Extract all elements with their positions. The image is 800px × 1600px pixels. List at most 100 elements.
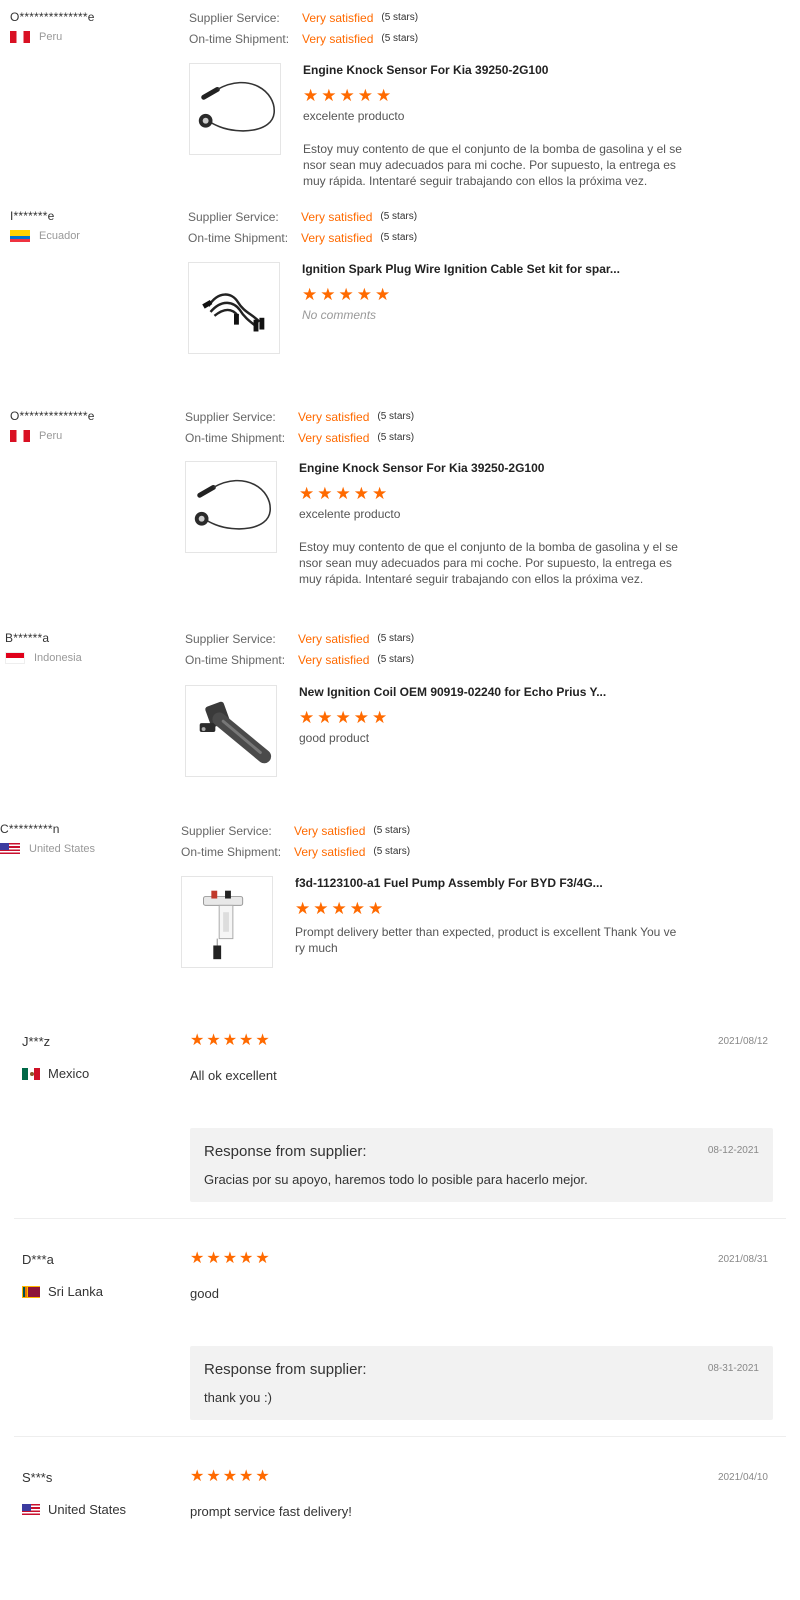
reviewer-country: United States — [0, 843, 95, 855]
star-icon: ★ — [353, 708, 369, 727]
star-icon: ★ — [303, 86, 319, 105]
ontime-shipment-stars: (5 stars) — [373, 846, 411, 857]
star-icon: ★ — [338, 285, 354, 304]
reviewer: C*********n United States — [0, 822, 95, 855]
star-icon: ★ — [239, 1250, 254, 1267]
knock-sensor-image[interactable] — [189, 63, 281, 155]
ignition-coil-image[interactable] — [185, 685, 277, 777]
supplier-ratings: Supplier Service: Very satisfied (5 star… — [189, 7, 418, 49]
ontime-shipment-stars: (5 stars) — [377, 654, 415, 665]
product-detail: Estoy muy contento de que el conjunto de… — [303, 142, 682, 188]
mexico-flag-icon — [22, 1067, 40, 1080]
ontime-shipment-value: Very satisfied — [301, 230, 373, 245]
response-title: Response from supplier: — [204, 1361, 367, 1378]
product-rating-stars: ★ ★ ★ ★ ★ — [295, 900, 680, 918]
ontime-shipment-row: On-time Shipment: Very satisfied (5 star… — [188, 227, 417, 248]
supplier-service-value: Very satisfied — [294, 823, 366, 838]
star-icon: ★ — [375, 285, 391, 304]
ontime-shipment-value: Very satisfied — [298, 430, 370, 445]
star-icon: ★ — [302, 285, 318, 304]
reviewer-name: C*********n — [0, 822, 60, 836]
star-icon: ★ — [335, 484, 351, 503]
indonesia-flag-icon — [5, 652, 25, 664]
feedback-date: 2021/04/10 — [717, 1472, 768, 1483]
supplier-service-stars: (5 stars) — [377, 411, 415, 422]
supplier-service-row: Supplier Service: Very satisfied (5 star… — [188, 206, 417, 227]
product-review: B******a Indonesia Supplier Service: Ver… — [0, 623, 800, 793]
product-title[interactable]: f3d-1123100-a1 Fuel Pump Assembly For BY… — [295, 876, 680, 892]
product-title[interactable]: Ignition Spark Plug Wire Ignition Cable … — [302, 262, 687, 278]
feedback-rating-stars: ★ ★ ★ ★ ★ — [190, 1251, 270, 1267]
product-review: I*******e Ecuador Supplier Service: Very… — [0, 199, 800, 389]
country-name: United States — [29, 843, 96, 855]
product-title[interactable]: Engine Knock Sensor For Kia 39250-2G100 — [299, 461, 684, 477]
product-info: Ignition Spark Plug Wire Ignition Cable … — [302, 262, 687, 322]
supplier-service-label: Supplier Service: — [185, 409, 276, 424]
peru-flag-icon — [10, 31, 30, 43]
star-icon: ★ — [222, 1250, 238, 1267]
feedback-country: Sri Lanka — [22, 1284, 103, 1299]
star-icon: ★ — [357, 86, 373, 105]
star-icon: ★ — [368, 899, 384, 918]
product-comment: good product — [299, 731, 370, 745]
reviewer: O**************e Peru — [10, 10, 95, 43]
supplier-service-label: Supplier Service: — [188, 209, 279, 224]
fuel-pump-icon — [203, 890, 244, 960]
reviewer: B******a Indonesia — [5, 631, 82, 664]
country-name: Ecuador — [39, 230, 80, 242]
ontime-shipment-value: Very satisfied — [302, 31, 374, 46]
reviewer-country: Ecuador — [10, 230, 80, 242]
star-icon: ★ — [295, 899, 311, 918]
star-icon: ★ — [190, 1468, 205, 1485]
star-icon: ★ — [317, 484, 333, 503]
product-info: f3d-1123100-a1 Fuel Pump Assembly For BY… — [295, 876, 680, 956]
reviewer-name: I*******e — [10, 209, 55, 223]
supplier-service-value: Very satisfied — [298, 409, 370, 424]
supplier-service-row: Supplier Service: Very satisfied (5 star… — [185, 406, 414, 427]
ontime-shipment-stars: (5 stars) — [377, 432, 415, 443]
star-icon: ★ — [335, 708, 351, 727]
ontime-shipment-row: On-time Shipment: Very satisfied (5 star… — [181, 841, 410, 862]
united-states-flag-icon — [22, 1503, 40, 1516]
fuel-pump-image[interactable] — [181, 876, 273, 968]
product-comment: excelente producto — [303, 109, 405, 123]
feedback-user: S***s — [22, 1470, 53, 1485]
ontime-shipment-label: On-time Shipment: — [181, 844, 282, 859]
knock-sensor-image[interactable] — [185, 461, 277, 553]
supplier-service-value: Very satisfied — [301, 209, 373, 224]
spark-plug-wire-image[interactable] — [188, 262, 280, 354]
star-icon: ★ — [320, 285, 336, 304]
ontime-shipment-row: On-time Shipment: Very satisfied (5 star… — [189, 28, 418, 49]
supplier-service-stars: (5 stars) — [377, 633, 415, 644]
product-title[interactable]: Engine Knock Sensor For Kia 39250-2G100 — [303, 63, 688, 79]
reviewer-country: Peru — [10, 430, 95, 442]
country-name: Sri Lanka — [48, 1284, 103, 1299]
star-icon: ★ — [299, 484, 315, 503]
reviewer-name: O**************e — [10, 409, 95, 423]
supplier-response: Response from supplier: 08-12-2021 Graci… — [190, 1128, 773, 1202]
ontime-shipment-row: On-time Shipment: Very satisfied (5 star… — [185, 427, 414, 448]
ontime-shipment-label: On-time Shipment: — [188, 230, 289, 245]
supplier-service-row: Supplier Service: Very satisfied (5 star… — [189, 7, 418, 28]
star-icon: ★ — [356, 285, 372, 304]
reviewer: O**************e Peru — [10, 409, 95, 442]
star-icon: ★ — [190, 1250, 205, 1267]
ontime-shipment-label: On-time Shipment: — [189, 31, 290, 46]
feedback-text: good — [190, 1286, 219, 1301]
feedback-rating-stars: ★ ★ ★ ★ ★ — [190, 1469, 270, 1485]
star-icon: ★ — [206, 1250, 221, 1267]
ontime-shipment-label: On-time Shipment: — [185, 430, 286, 445]
sri-lanka-flag-icon — [22, 1285, 40, 1298]
knock-sensor-icon — [198, 81, 275, 132]
star-icon: ★ — [372, 708, 388, 727]
ontime-shipment-label: On-time Shipment: — [185, 652, 286, 667]
reviewer-name: B******a — [5, 631, 50, 645]
star-icon: ★ — [239, 1032, 254, 1049]
feedback-country: Mexico — [22, 1066, 89, 1081]
star-icon: ★ — [255, 1032, 270, 1049]
product-info: Engine Knock Sensor For Kia 39250-2G100 … — [299, 461, 684, 587]
ontime-shipment-stars: (5 stars) — [380, 232, 418, 243]
supplier-service-label: Supplier Service: — [181, 823, 272, 838]
star-icon: ★ — [222, 1468, 238, 1485]
product-title[interactable]: New Ignition Coil OEM 90919-02240 for Ec… — [299, 685, 684, 701]
